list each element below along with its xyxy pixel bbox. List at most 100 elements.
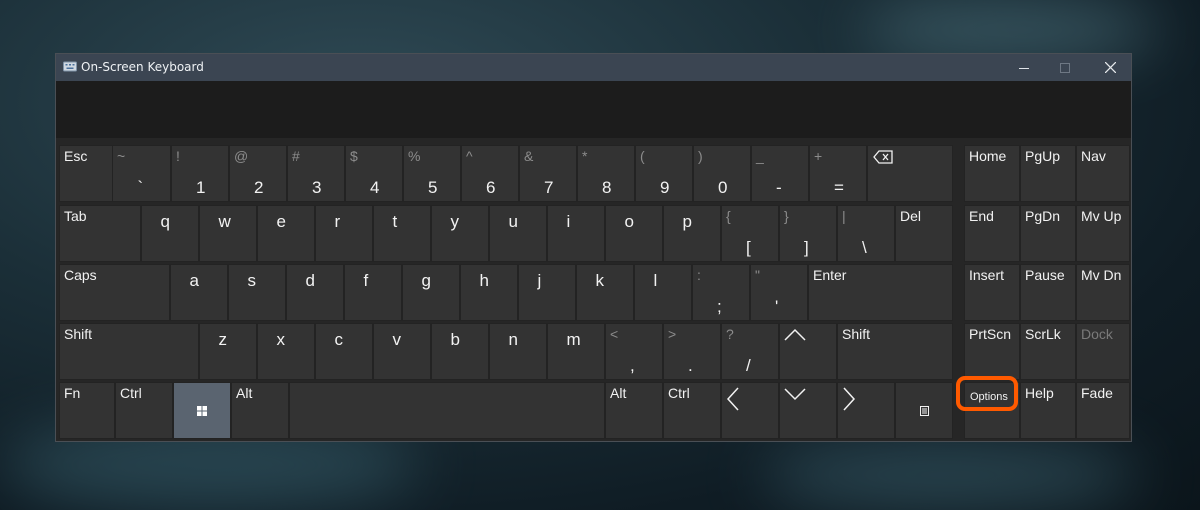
key-a[interactable]: a	[170, 264, 228, 321]
key-d[interactable]: d	[286, 264, 344, 321]
key-dock[interactable]: Dock	[1076, 323, 1130, 380]
key-y[interactable]: y	[431, 205, 489, 262]
key-comma[interactable]: <,	[605, 323, 663, 380]
key-3[interactable]: #3	[287, 145, 345, 202]
key-nav[interactable]: Nav	[1076, 145, 1130, 202]
window-title: On-Screen Keyboard	[81, 60, 204, 74]
key-4[interactable]: $4	[345, 145, 403, 202]
maximize-button[interactable]	[1043, 54, 1087, 81]
key-pause[interactable]: Pause	[1020, 264, 1076, 321]
key-e[interactable]: e	[257, 205, 315, 262]
key-backtick[interactable]: ~ `	[112, 145, 171, 202]
minimize-button[interactable]	[1002, 54, 1046, 81]
key-backspace[interactable]	[867, 145, 953, 202]
key-pgdn[interactable]: PgDn	[1020, 205, 1076, 262]
key-r[interactable]: r	[315, 205, 373, 262]
key-fn[interactable]: Fn	[59, 382, 115, 439]
key-shift[interactable]: Shift	[59, 323, 199, 380]
key-left-bracket[interactable]: {[	[721, 205, 779, 262]
key-arrow-up[interactable]	[779, 323, 837, 380]
key-alt[interactable]: Alt	[605, 382, 663, 439]
key-ctrl[interactable]: Ctrl	[663, 382, 721, 439]
key-label: PgDn	[1025, 208, 1061, 224]
key-label: Esc	[64, 148, 88, 164]
key-p[interactable]: p	[663, 205, 721, 262]
key-x[interactable]: x	[257, 323, 315, 380]
key-shift-char: +	[814, 148, 823, 164]
key-9[interactable]: (9	[635, 145, 693, 202]
key-esc[interactable]: Esc	[59, 145, 115, 202]
key-b[interactable]: b	[431, 323, 489, 380]
key-mv-up[interactable]: Mv Up	[1076, 205, 1130, 262]
key-help[interactable]: Help	[1020, 382, 1076, 439]
key-n[interactable]: n	[489, 323, 547, 380]
key-label: Help	[1025, 385, 1054, 401]
key-5[interactable]: % 5	[403, 145, 461, 202]
key-label: Dock	[1081, 326, 1113, 342]
key-w[interactable]: w	[199, 205, 257, 262]
key-tab[interactable]: Tab	[59, 205, 141, 262]
key-right-bracket[interactable]: }]	[779, 205, 837, 262]
key-2[interactable]: @2	[229, 145, 287, 202]
key-pgup[interactable]: PgUp	[1020, 145, 1076, 202]
arrow-right-icon	[843, 387, 856, 411]
key-mv-dn[interactable]: Mv Dn	[1076, 264, 1130, 321]
key-k[interactable]: k	[576, 264, 634, 321]
key-del[interactable]: Del	[895, 205, 953, 262]
key-f[interactable]: f	[344, 264, 402, 321]
key-prtscn[interactable]: PrtScn	[964, 323, 1020, 380]
key-slash[interactable]: ? /	[721, 323, 779, 380]
key-base-char: 6	[486, 178, 496, 197]
key-v[interactable]: v	[373, 323, 431, 380]
key-label: ScrLk	[1025, 326, 1061, 342]
key-backslash[interactable]: | \	[837, 205, 895, 262]
key-j[interactable]: j	[518, 264, 576, 321]
key-ctrl[interactable]: Ctrl	[115, 382, 173, 439]
key-m[interactable]: m	[547, 323, 605, 380]
key-shift-char: <	[610, 326, 619, 342]
key-shift[interactable]: Shift	[837, 323, 953, 380]
key-char: m	[566, 330, 581, 349]
key-base-char: =	[834, 178, 844, 197]
key-8[interactable]: * 8	[577, 145, 635, 202]
key-shift-char: @	[234, 148, 249, 164]
key-arrow-left[interactable]	[721, 382, 779, 439]
key-7[interactable]: & 7	[519, 145, 577, 202]
key-space[interactable]	[289, 382, 605, 439]
key-t[interactable]: t	[373, 205, 431, 262]
key-0[interactable]: ) 0	[693, 145, 751, 202]
key-semicolon[interactable]: :;	[692, 264, 750, 321]
key-scrlk[interactable]: ScrLk	[1020, 323, 1076, 380]
key-o[interactable]: o	[605, 205, 663, 262]
key-1[interactable]: ! 1	[171, 145, 229, 202]
key-minus[interactable]: _ -	[751, 145, 809, 202]
key-end[interactable]: End	[964, 205, 1020, 262]
key-enter[interactable]: Enter	[808, 264, 953, 321]
key-alt[interactable]: Alt	[231, 382, 289, 439]
key-q[interactable]: q	[141, 205, 199, 262]
key-caps[interactable]: Caps	[59, 264, 170, 321]
key-l[interactable]: l	[634, 264, 692, 321]
key-char: d	[305, 271, 315, 290]
key-z[interactable]: z	[199, 323, 257, 380]
key-equals[interactable]: + =	[809, 145, 867, 202]
key-g[interactable]: g	[402, 264, 460, 321]
key-i[interactable]: i	[547, 205, 605, 262]
key-h[interactable]: h	[460, 264, 518, 321]
key-6[interactable]: ^ 6	[461, 145, 519, 202]
key-menu-key[interactable]	[895, 382, 953, 439]
key-home[interactable]: Home	[964, 145, 1020, 202]
key-fade[interactable]: Fade	[1076, 382, 1130, 439]
key-shift-char: _	[756, 148, 764, 164]
title-bar[interactable]: On-Screen Keyboard	[56, 54, 1131, 81]
key-windows-logo[interactable]	[173, 382, 231, 439]
key-s[interactable]: s	[228, 264, 286, 321]
key-arrow-down[interactable]	[779, 382, 837, 439]
key-quote[interactable]: " '	[750, 264, 808, 321]
key-c[interactable]: c	[315, 323, 373, 380]
key-arrow-right[interactable]	[837, 382, 895, 439]
key-u[interactable]: u	[489, 205, 547, 262]
close-button[interactable]	[1088, 54, 1132, 81]
key-period[interactable]: >.	[663, 323, 721, 380]
key-insert[interactable]: Insert	[964, 264, 1020, 321]
